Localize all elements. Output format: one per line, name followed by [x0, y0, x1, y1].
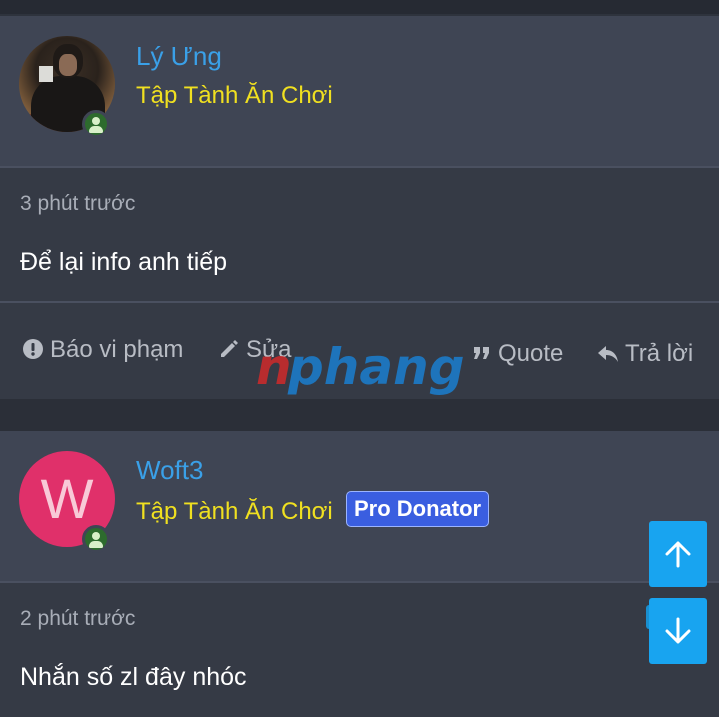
online-status-icon	[82, 110, 110, 138]
post-time[interactable]: 3 phút trước	[20, 192, 135, 216]
quote-label: Quote	[498, 340, 564, 367]
report-label: Báo vi phạm	[50, 336, 184, 363]
post-separator	[0, 399, 719, 431]
post-header: W Woft3 Tập Tành Ăn Chơi Pro Donator	[0, 431, 719, 581]
watermark-logo: n phang	[256, 338, 465, 396]
reply-icon	[598, 346, 618, 362]
username[interactable]: Woft3	[136, 455, 203, 486]
post-2: W Woft3 Tập Tành Ăn Chơi Pro Donator 2 p…	[0, 431, 719, 717]
divider	[0, 581, 719, 583]
reply-button[interactable]: Trả lời	[597, 340, 693, 368]
arrow-up-icon	[665, 541, 691, 568]
scroll-up-button[interactable]	[649, 521, 707, 587]
arrow-down-icon	[665, 617, 691, 644]
online-status-icon	[82, 525, 110, 553]
pro-donator-badge: Pro Donator	[346, 491, 490, 527]
post-1: Lý Ưng Tập Tành Ăn Chơi 3 phút trước Để …	[0, 16, 719, 399]
divider	[0, 301, 719, 303]
svg-text:phang: phang	[287, 338, 465, 396]
user-title: Tập Tành Ăn Chơi	[136, 82, 333, 109]
post-content: Để lại info anh tiếp	[20, 248, 228, 276]
divider	[0, 166, 719, 168]
reply-label: Trả lời	[625, 340, 694, 367]
post-content: Nhắn số zl đây nhóc	[20, 663, 247, 691]
svg-text:n: n	[256, 338, 292, 396]
report-button[interactable]: Báo vi phạm	[22, 336, 183, 364]
post-header: Lý Ưng Tập Tành Ăn Chơi	[0, 16, 719, 166]
post-time[interactable]: 2 phút trước	[20, 607, 135, 631]
edit-icon	[221, 340, 238, 357]
report-icon	[23, 339, 43, 359]
top-bar	[0, 0, 719, 14]
user-title: Tập Tành Ăn Chơi	[136, 498, 333, 525]
scroll-down-button[interactable]	[649, 598, 707, 664]
username[interactable]: Lý Ưng	[136, 41, 222, 72]
